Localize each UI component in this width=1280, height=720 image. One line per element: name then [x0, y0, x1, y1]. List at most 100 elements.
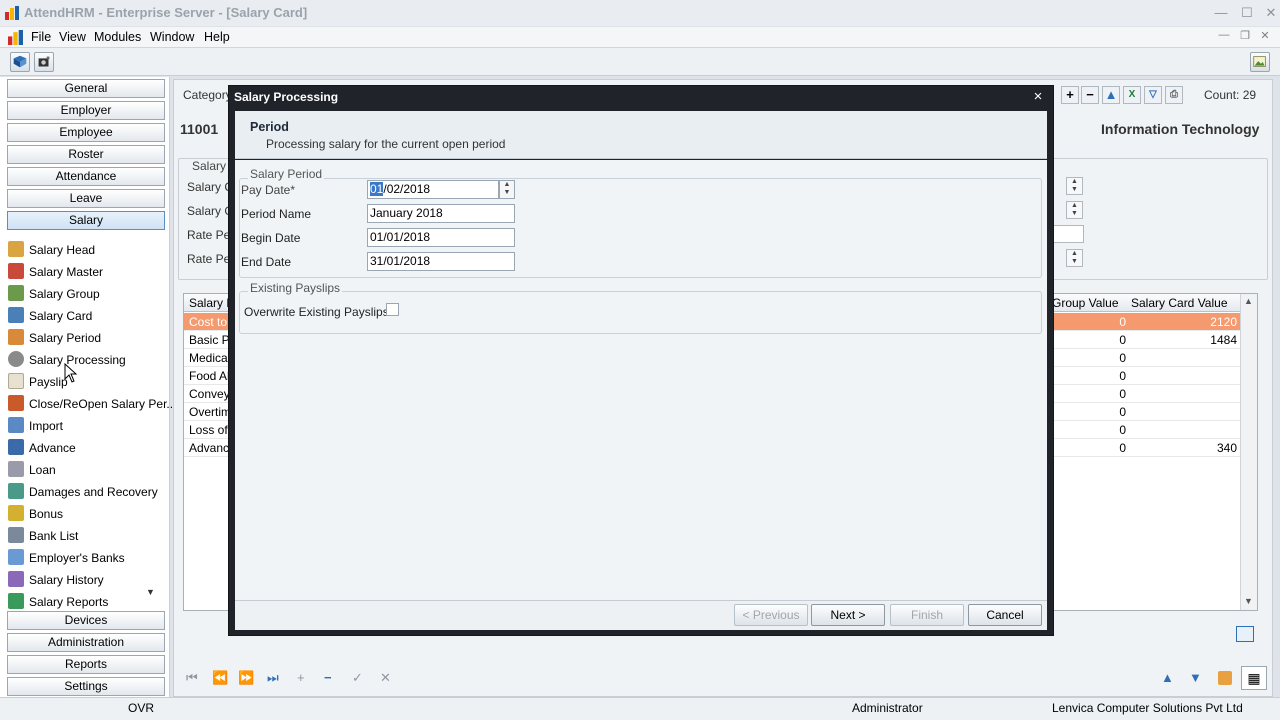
camera-icon[interactable] [34, 52, 54, 72]
spinner-3[interactable]: ▲ ▼ [1066, 249, 1083, 267]
delete-record-icon[interactable]: − [324, 670, 332, 685]
record-count: Count: 29 [1204, 88, 1257, 102]
period-name-label: Period Name [241, 207, 312, 221]
sidebar-item-damages[interactable]: Damages and Recovery [8, 482, 158, 502]
book-icon[interactable] [10, 52, 30, 72]
salary-period-group-title: Salary Period [248, 167, 325, 181]
grid-options-icon[interactable] [1236, 626, 1254, 642]
excel-icon[interactable]: X [1123, 86, 1141, 104]
nav-settings[interactable]: Settings [7, 677, 165, 696]
sidebar-item-salary-history[interactable]: Salary History [8, 570, 104, 590]
filter-icon[interactable]: ▽ [1144, 86, 1162, 104]
sidebar-item-bonus[interactable]: Bonus [8, 504, 63, 524]
sidebar-item-advance[interactable]: Advance [8, 438, 76, 458]
overwrite-checkbox[interactable] [386, 303, 399, 316]
gear-icon [8, 351, 24, 367]
prev-record-icon[interactable]: ⏪ [212, 670, 228, 686]
next-button[interactable]: Next > [811, 604, 885, 626]
begin-date-label: Begin Date [241, 231, 301, 245]
spinner-1[interactable]: ▲ ▼ [1066, 177, 1083, 195]
nav-employer[interactable]: Employer [7, 101, 165, 120]
menu-file[interactable]: File [31, 29, 51, 45]
sidebar-item-payslip[interactable]: Payslip [8, 372, 68, 392]
rate-input[interactable] [1052, 225, 1084, 243]
end-date-field[interactable]: 31/01/2018 [367, 252, 515, 271]
nav-reports[interactable]: Reports [7, 655, 165, 674]
export-icon[interactable] [1218, 671, 1232, 685]
nav-salary[interactable]: Salary [7, 211, 165, 230]
damages-icon [8, 483, 24, 499]
cancel-record-icon[interactable]: ✕ [380, 670, 391, 686]
sidebar-item-bank-list[interactable]: Bank List [8, 526, 78, 546]
sidebar-item-close-reopen[interactable]: Close/ReOpen Salary Per... [8, 394, 176, 414]
toolbar [0, 48, 1280, 76]
close-reopen-icon [8, 395, 24, 411]
scroll-down-icon[interactable]: ▼ [1244, 596, 1253, 606]
sidebar-item-salary-reports[interactable]: Salary Reports [8, 592, 108, 612]
menu-view[interactable]: View [59, 29, 86, 45]
sidebar-item-salary-group[interactable]: Salary Group [8, 284, 100, 304]
field-label-salary-c: Salary C [187, 180, 234, 194]
sidebar-item-salary-card[interactable]: Salary Card [8, 306, 92, 326]
post-record-icon[interactable]: ✓ [352, 670, 363, 686]
dialog-header [235, 111, 1047, 159]
salary-card-icon [8, 307, 24, 323]
grid-scrollbar[interactable]: ▲ ▼ [1240, 294, 1257, 610]
header-group-value[interactable]: Group Value [1052, 296, 1119, 310]
pay-date-spinner[interactable]: ▲ ▼ [499, 180, 515, 199]
nav-devices[interactable]: Devices [7, 611, 165, 630]
pay-date-input[interactable]: 01/02/2018 [367, 180, 499, 199]
first-record-icon[interactable]: ⏮ [186, 670, 198, 686]
app-menu-icon[interactable] [8, 30, 23, 45]
mdi-minimize-icon[interactable]: — [1216, 29, 1232, 45]
move-up-icon[interactable]: ▲ [1161, 670, 1174, 685]
nav-roster[interactable]: Roster [7, 145, 165, 164]
maximize-icon[interactable]: ☐ [1238, 4, 1256, 22]
sidebar-item-salary-period[interactable]: Salary Period [8, 328, 101, 348]
mdi-close-icon[interactable]: ✕ [1257, 29, 1273, 45]
dialog-title: Salary Processing [234, 90, 339, 104]
salary-history-icon [8, 571, 24, 587]
nav-general[interactable]: General [7, 79, 165, 98]
print-icon[interactable]: ⎙ [1165, 86, 1183, 104]
scroll-up-icon[interactable]: ▲ [1244, 296, 1253, 306]
upload-icon[interactable]: ▲ [1102, 86, 1120, 104]
pay-date-rest: /02/2018 [383, 182, 431, 196]
last-record-icon[interactable]: ⏭ [267, 670, 279, 686]
calculator-icon[interactable]: ▦ [1241, 666, 1267, 690]
close-window-icon[interactable]: ✕ [1262, 4, 1280, 22]
nav-employee[interactable]: Employee [7, 123, 165, 142]
menu-help[interactable]: Help [204, 29, 230, 45]
minimize-icon[interactable]: — [1212, 4, 1230, 22]
dialog-close-icon[interactable]: × [1030, 88, 1046, 106]
insert-record-icon[interactable]: + [297, 670, 305, 685]
menu-modules[interactable]: Modules [94, 29, 141, 45]
spinner-2[interactable]: ▲ ▼ [1066, 201, 1083, 219]
scroll-down-icon[interactable]: ▼ [146, 587, 155, 597]
begin-date-field[interactable]: 01/01/2018 [367, 228, 515, 247]
sidebar-item-salary-head[interactable]: Salary Head [8, 240, 95, 260]
salary-reports-icon [8, 593, 24, 609]
add-icon[interactable]: + [1061, 86, 1079, 104]
nav-administration[interactable]: Administration [7, 633, 165, 652]
image-view-icon[interactable] [1250, 52, 1270, 72]
mdi-restore-icon[interactable]: ❐ [1237, 29, 1253, 45]
sidebar-item-salary-master[interactable]: Salary Master [8, 262, 103, 282]
nav-leave[interactable]: Leave [7, 189, 165, 208]
header-salary-card-value[interactable]: Salary Card Value [1131, 296, 1228, 310]
next-record-icon[interactable]: ⏩ [238, 670, 254, 686]
finish-button[interactable]: Finish [890, 604, 964, 626]
nav-attendance[interactable]: Attendance [7, 167, 165, 186]
menu-window[interactable]: Window [150, 29, 194, 45]
previous-button[interactable]: < Previous [734, 604, 808, 626]
period-name-field[interactable]: January 2018 [367, 204, 515, 223]
end-date-label: End Date [241, 255, 292, 269]
sidebar-item-employers-banks[interactable]: Employer's Banks [8, 548, 125, 568]
sidebar-item-loan[interactable]: Loan [8, 460, 56, 480]
move-down-icon[interactable]: ▼ [1189, 670, 1202, 685]
remove-icon[interactable]: − [1081, 86, 1099, 104]
sidebar-item-import[interactable]: Import [8, 416, 63, 436]
cancel-button[interactable]: Cancel [968, 604, 1042, 626]
employee-code: 11001 [180, 121, 219, 137]
bonus-icon [8, 505, 24, 521]
